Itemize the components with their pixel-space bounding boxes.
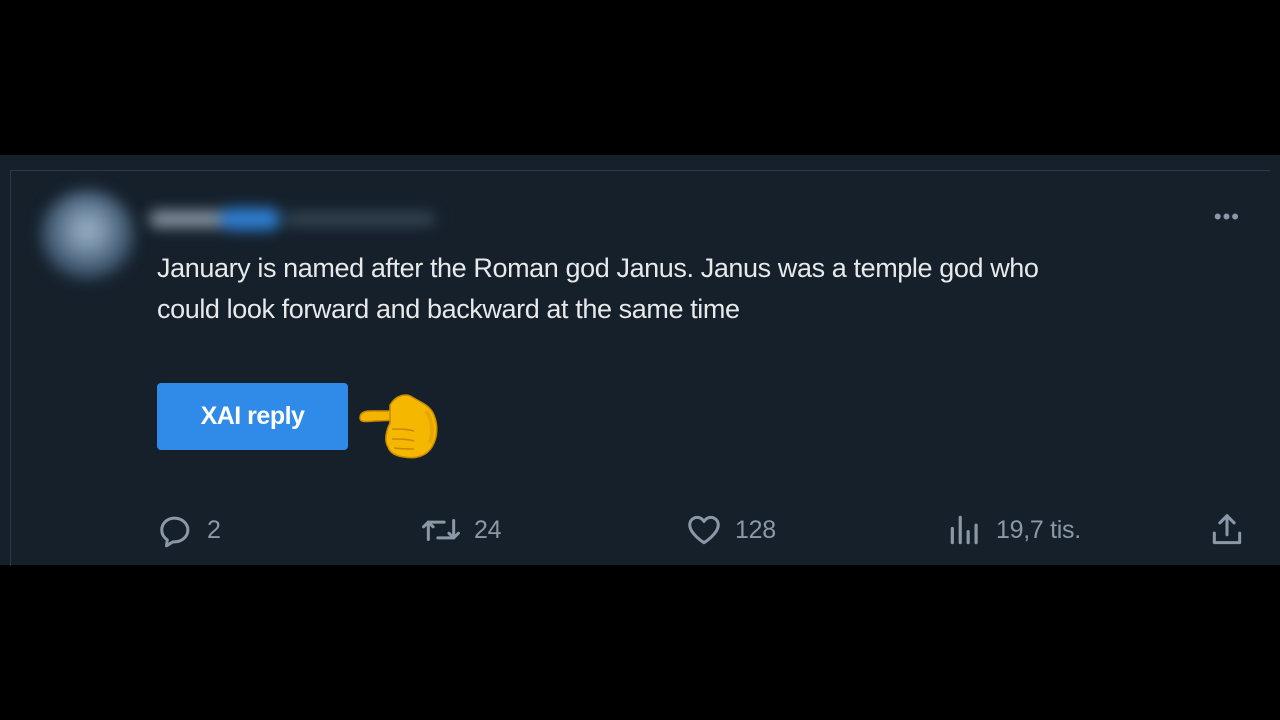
reply-action[interactable]: 2: [157, 510, 221, 550]
like-count: 128: [735, 515, 776, 544]
views-action[interactable]: 19,7 tis.: [946, 510, 1081, 550]
tweet-text-line-2: could look forward and backward at the s…: [157, 294, 740, 324]
retweet-action[interactable]: 24: [420, 510, 502, 550]
retweet-icon: [422, 518, 460, 542]
heart-icon: [688, 515, 720, 545]
pointing-hand-icon: [359, 394, 438, 459]
more-options-icon[interactable]: •••: [1214, 206, 1240, 228]
reply-icon: [160, 516, 190, 548]
tweet-text: January is named after the Roman god Jan…: [157, 248, 1257, 330]
blurred-username[interactable]: [150, 205, 450, 235]
action-bar: 2 24 128 19,7 tis.: [0, 510, 1280, 550]
retweet-count: 24: [474, 515, 502, 544]
tweet-text-line-1: January is named after the Roman god Jan…: [157, 253, 1039, 283]
views-chart-icon: [950, 515, 978, 545]
like-action[interactable]: 128: [685, 510, 776, 550]
views-count: 19,7 tis.: [996, 515, 1081, 544]
tweet-card: ••• January is named after the Roman god…: [0, 155, 1280, 566]
avatar[interactable]: [40, 190, 135, 280]
xai-reply-button[interactable]: XAI reply: [157, 383, 348, 450]
share-action[interactable]: [1208, 510, 1246, 550]
thread-line: [10, 171, 11, 566]
share-icon: [1212, 514, 1242, 545]
reply-count: 2: [207, 515, 221, 544]
divider: [10, 170, 1270, 171]
